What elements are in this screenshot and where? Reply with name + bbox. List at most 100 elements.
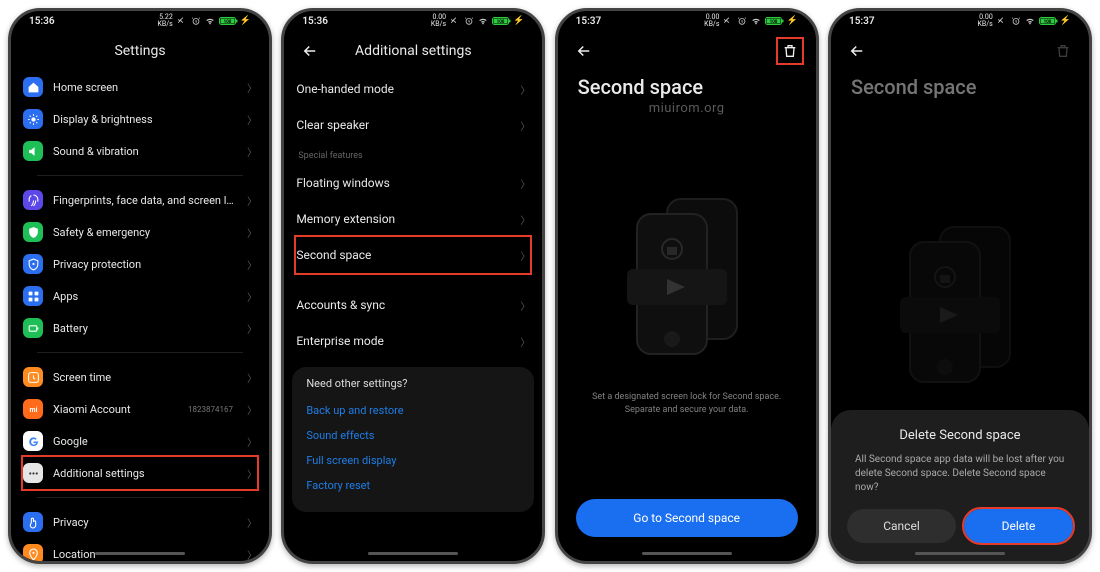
- battery-icon: 100⚡: [492, 16, 524, 26]
- row-label: Privacy: [53, 516, 237, 529]
- settings-row-location[interactable]: Location〉: [23, 538, 257, 561]
- chevron-right-icon: 〉: [247, 370, 257, 385]
- chevron-right-icon: 〉: [247, 80, 257, 95]
- home-indicator[interactable]: [642, 552, 732, 555]
- back-button[interactable]: [572, 39, 596, 63]
- chevron-right-icon: 〉: [520, 248, 530, 263]
- wifi-icon: [478, 16, 488, 26]
- home-indicator[interactable]: [368, 552, 458, 555]
- chevron-right-icon: 〉: [247, 225, 257, 240]
- wifi-icon: [751, 16, 761, 26]
- settings-row-memory-extension[interactable]: Memory extension〉: [296, 201, 530, 237]
- svg-text:mi: mi: [29, 405, 37, 414]
- row-label: Enterprise mode: [296, 334, 510, 348]
- chevron-right-icon: 〉: [520, 334, 530, 349]
- settings-row-clear-speaker[interactable]: Clear speaker 〉: [296, 107, 530, 143]
- clock: 15:37: [849, 16, 875, 27]
- svg-text:100: 100: [1043, 19, 1051, 25]
- settings-row-enterprise-mode[interactable]: Enterprise mode 〉: [296, 323, 530, 359]
- divider: [37, 497, 243, 498]
- chevron-right-icon: 〉: [247, 434, 257, 449]
- settings-row-second-space[interactable]: Second space〉: [296, 237, 530, 273]
- settings-row-home-screen[interactable]: Home screen 〉: [23, 71, 257, 103]
- privacy-icon: [23, 254, 43, 274]
- settings-row-fingerprints-face-data-and-screen-lock[interactable]: Fingerprints, face data, and screen lock…: [23, 184, 257, 216]
- settings-row-display-brightness[interactable]: Display & brightness 〉: [23, 103, 257, 135]
- mute-icon: [177, 16, 187, 26]
- divider: [37, 352, 243, 353]
- link-back-up-and-restore[interactable]: Back up and restore: [306, 398, 520, 423]
- row-label: Sound & vibration: [53, 145, 237, 158]
- settings-row-battery[interactable]: Battery〉: [23, 312, 257, 344]
- mute-icon: [723, 16, 733, 26]
- row-label: Fingerprints, face data, and screen lock: [53, 194, 237, 207]
- settings-row-google[interactable]: Google 〉: [23, 425, 257, 457]
- home-indicator[interactable]: [915, 552, 1005, 555]
- status-bar: 15:36 5.22 KB/s 100⚡: [11, 11, 269, 31]
- chevron-right-icon: 〉: [520, 212, 530, 227]
- status-bar: 15:37 0.00 KB/s 100⚡: [558, 11, 816, 31]
- row-label: Home screen: [53, 81, 237, 94]
- settings-row-one-handed-mode[interactable]: One-handed mode〉: [296, 71, 530, 107]
- chevron-right-icon: 〉: [247, 112, 257, 127]
- settings-row-privacy[interactable]: Privacy 〉: [23, 506, 257, 538]
- row-label: Apps: [53, 290, 237, 303]
- phone-1-settings: 15:36 5.22 KB/s 100⚡ Settings Home scree…: [8, 8, 272, 564]
- alarm-icon: [191, 16, 201, 26]
- net-speed: 5.22 KB/s: [158, 14, 173, 28]
- alarm-icon: [1011, 16, 1021, 26]
- back-button[interactable]: [845, 39, 869, 63]
- delete-button[interactable]: [1051, 39, 1075, 63]
- row-label: Google: [53, 435, 237, 448]
- chevron-right-icon: 〉: [520, 118, 530, 133]
- settings-row-accounts-sync[interactable]: Accounts & sync〉: [296, 287, 530, 323]
- confirm-delete-button[interactable]: Delete: [964, 509, 1073, 543]
- svg-text:100: 100: [223, 19, 231, 25]
- wifi-icon: [1025, 16, 1035, 26]
- illustration: Set a designated screen lock for Second …: [558, 116, 816, 489]
- chevron-right-icon: 〉: [247, 466, 257, 481]
- row-label: Clear speaker: [296, 118, 510, 132]
- page-title: Second space: [831, 71, 1089, 101]
- battery-icon: 100⚡: [1039, 16, 1071, 26]
- cancel-button[interactable]: Cancel: [847, 509, 956, 543]
- settings-row-additional-settings[interactable]: Additional settings〉: [23, 457, 257, 489]
- watermark: miuirom.org: [558, 101, 816, 116]
- net-speed: 0.00 KB/s: [704, 14, 719, 28]
- header: Settings: [11, 31, 269, 71]
- row-label: Accounts & sync: [296, 298, 510, 312]
- link-full-screen-display[interactable]: Full screen display: [306, 448, 520, 473]
- chevron-right-icon: 〉: [247, 144, 257, 159]
- settings-row-sound-vibration[interactable]: Sound & vibration 〉: [23, 135, 257, 167]
- hand-icon: [23, 512, 43, 532]
- chevron-right-icon: 〉: [247, 321, 257, 336]
- chevron-right-icon: 〉: [247, 515, 257, 530]
- link-sound-effects[interactable]: Sound effects: [306, 423, 520, 448]
- back-button[interactable]: [298, 39, 322, 63]
- settings-row-screen-time[interactable]: Screen time〉: [23, 361, 257, 393]
- settings-row-privacy-protection[interactable]: Privacy protection〉: [23, 248, 257, 280]
- status-bar: 15:37 0.00 KB/s 100⚡: [831, 11, 1089, 31]
- home-indicator[interactable]: [95, 552, 185, 555]
- settings-row-xiaomi-account[interactable]: miXiaomi Account1823874167〉: [23, 393, 257, 425]
- row-label: Display & brightness: [53, 113, 237, 126]
- settings-row-apps[interactable]: Apps〉: [23, 280, 257, 312]
- status-bar: 15:36 0.00 KB/s 100⚡: [284, 11, 542, 31]
- go-to-second-space-button[interactable]: Go to Second space: [576, 499, 798, 537]
- delete-confirm-sheet: Delete Second space All Second space app…: [831, 410, 1089, 561]
- xiaomi-icon: mi: [23, 399, 43, 419]
- settings-row-floating-windows[interactable]: Floating windows〉: [296, 165, 530, 201]
- chevron-right-icon: 〉: [520, 82, 530, 97]
- row-label: Xiaomi Account: [53, 403, 178, 416]
- time-icon: [23, 367, 43, 387]
- svg-text:100: 100: [497, 19, 505, 25]
- clock: 15:36: [29, 16, 55, 27]
- settings-row-safety-emergency[interactable]: Safety & emergency〉: [23, 216, 257, 248]
- link-factory-reset[interactable]: Factory reset: [306, 473, 520, 498]
- dots-icon: [23, 463, 43, 483]
- need-other-settings-card: Need other settings? Back up and restore…: [292, 367, 534, 512]
- header: [831, 31, 1089, 71]
- page-title: Additional settings: [284, 43, 542, 59]
- apps-icon: [23, 286, 43, 306]
- delete-button[interactable]: [778, 39, 802, 63]
